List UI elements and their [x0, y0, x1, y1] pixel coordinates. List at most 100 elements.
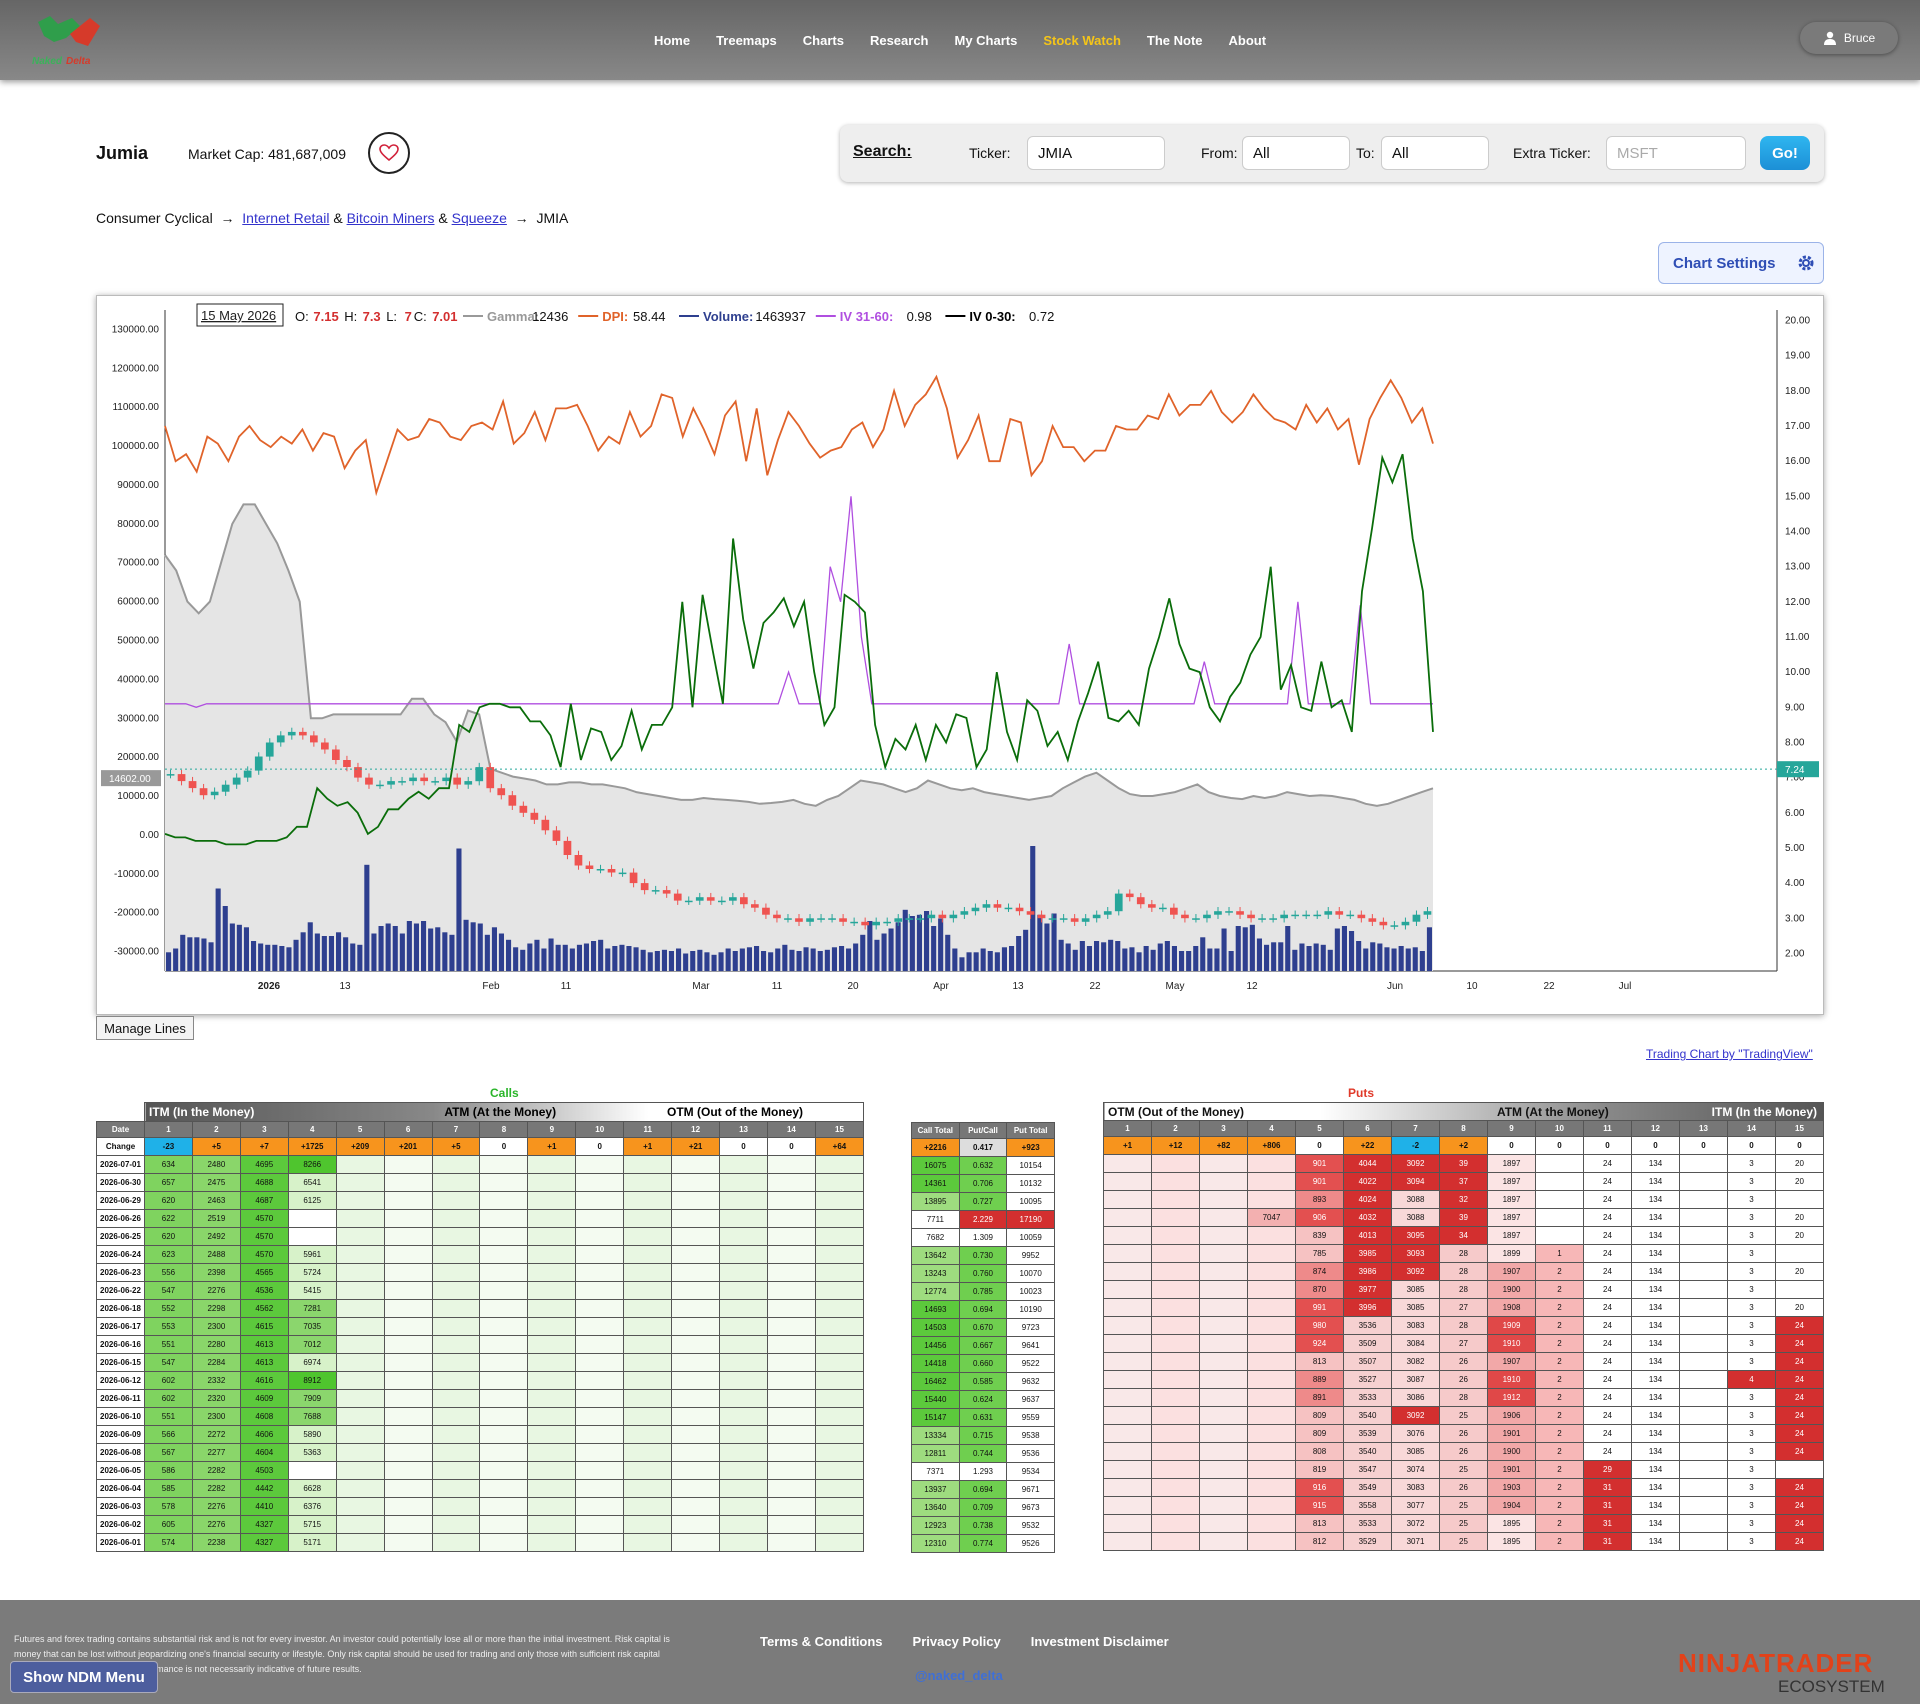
puts-change-cell: 0: [1631, 1136, 1680, 1155]
nav-item-home[interactable]: Home: [641, 33, 703, 48]
calls-value-cell: 8912: [287, 1371, 337, 1390]
candle-body: [729, 897, 737, 901]
calls-col-header: 11: [623, 1121, 673, 1138]
show-ndm-menu-button[interactable]: Show NDM Menu: [10, 1661, 158, 1693]
puts-value-cell: [1679, 1532, 1728, 1551]
band-otm: OTM (Out of the Money): [1108, 1104, 1244, 1119]
calls-value-cell: [575, 1299, 625, 1318]
puts-value-cell: 134: [1631, 1154, 1680, 1173]
calls-date-cell: 2026-06-05: [96, 1461, 145, 1480]
investment-disclaimer-link[interactable]: Investment Disclaimer: [1031, 1634, 1169, 1649]
ticker-input[interactable]: JMIA: [1027, 136, 1165, 170]
puts-value-cell: 991: [1295, 1298, 1344, 1317]
candle-body: [519, 805, 528, 813]
calls-value-cell: [431, 1515, 481, 1534]
calls-value-cell: [335, 1245, 385, 1264]
put-call-ratio-cell: 0.727: [958, 1192, 1008, 1211]
puts-value-cell: [1103, 1244, 1152, 1263]
nav-item-the-note[interactable]: The Note: [1134, 33, 1216, 48]
puts-value-cell: [1151, 1478, 1200, 1497]
puts-table-row: 980 3536 3083 28 1909 2 24 134 3 24: [1103, 1316, 1824, 1335]
calls-value-cell: [719, 1425, 768, 1444]
favorite-button[interactable]: [368, 132, 410, 174]
puts-value-cell: [1679, 1478, 1728, 1497]
twitter-handle-link[interactable]: @naked_delta: [915, 1668, 1003, 1683]
ninjatrader-logo[interactable]: NINJATRADER: [1678, 1648, 1873, 1679]
puts-value-cell: 134: [1631, 1190, 1680, 1209]
nav-item-research[interactable]: Research: [857, 33, 942, 48]
puts-value-cell: 1903: [1487, 1478, 1536, 1497]
calls-table-row: 2026-06-09 566 2272 4606 5890: [96, 1425, 865, 1444]
extra-ticker-input[interactable]: MSFT: [1606, 136, 1746, 170]
nav-item-treemaps[interactable]: Treemaps: [703, 33, 790, 48]
footer-links: Terms & Conditions Privacy Policy Invest…: [760, 1634, 1169, 1649]
calls-value-cell: 6541: [287, 1173, 337, 1192]
put-total-cell: 9637: [1006, 1390, 1055, 1409]
calls-value-cell: 7281: [287, 1299, 337, 1318]
x-axis-tick: May: [1166, 981, 1185, 992]
calls-value-cell: [431, 1389, 481, 1408]
candle-body: [1335, 911, 1344, 915]
tradingview-link[interactable]: Trading Chart by "TradingView": [1646, 1047, 1813, 1061]
from-input[interactable]: All: [1242, 136, 1350, 170]
chart-canvas[interactable]: 130000.00 120000.00 110000.00 100000.00 9000…: [97, 296, 1825, 1016]
x-axis-tick: 22: [1543, 981, 1555, 992]
go-button[interactable]: Go!: [1760, 136, 1810, 170]
candle-body: [1247, 914, 1255, 919]
industry-link-internet-retail[interactable]: Internet Retail: [242, 210, 329, 226]
nav-item-my-charts[interactable]: My Charts: [942, 33, 1031, 48]
puts-value-cell: 2: [1535, 1280, 1584, 1299]
calls-value-cell: [431, 1263, 481, 1282]
to-input[interactable]: All: [1381, 136, 1489, 170]
candle-body: [971, 907, 980, 912]
calls-value-cell: [527, 1335, 577, 1354]
puts-value-cell: 3074: [1391, 1460, 1440, 1479]
calls-value-cell: [383, 1335, 433, 1354]
calls-date-cell: 2026-06-22: [96, 1281, 145, 1300]
industry-link-bitcoin-miners[interactable]: Bitcoin Miners: [347, 210, 435, 226]
puts-value-cell: 3: [1727, 1352, 1776, 1371]
privacy-link[interactable]: Privacy Policy: [913, 1634, 1001, 1649]
puts-value-cell: 39: [1439, 1208, 1488, 1227]
calls-value-cell: [479, 1389, 529, 1408]
puts-value-cell: 26: [1439, 1352, 1488, 1371]
volume-bar: [520, 949, 526, 972]
volume-bar: [392, 926, 398, 971]
user-menu-button[interactable]: Bruce: [1800, 22, 1898, 54]
left-axis-tick: 0.00: [140, 830, 160, 841]
calls-value-cell: [527, 1299, 577, 1318]
trading-chart[interactable]: 130000.00 120000.00 110000.00 100000.00 9000…: [96, 295, 1824, 1015]
volume-bar: [1136, 952, 1142, 972]
puts-value-cell: 4013: [1343, 1226, 1392, 1245]
nav-item-about[interactable]: About: [1216, 33, 1280, 48]
put-total-cell: 17190: [1006, 1210, 1055, 1229]
nav-item-charts[interactable]: Charts: [790, 33, 857, 48]
puts-col-header: 6: [1343, 1120, 1392, 1137]
nav-item-stock-watch[interactable]: Stock Watch: [1030, 33, 1134, 48]
puts-value-cell: 20: [1775, 1208, 1824, 1227]
puts-value-cell: 3: [1727, 1172, 1776, 1191]
puts-value-cell: [1199, 1316, 1248, 1335]
puts-change-cell: 0: [1487, 1136, 1536, 1155]
puts-value-cell: [1199, 1172, 1248, 1191]
put-total-cell: 9671: [1006, 1480, 1055, 1499]
calls-change-cell: 0: [719, 1137, 768, 1156]
volume-bar: [1306, 946, 1312, 971]
puts-value-cell: 24: [1583, 1244, 1632, 1263]
calls-value-cell: 547: [144, 1353, 193, 1372]
chart-settings-button[interactable]: Chart Settings: [1658, 242, 1824, 284]
industry-link-squeeze[interactable]: Squeeze: [452, 210, 507, 226]
calls-value-cell: [671, 1191, 721, 1210]
calls-value-cell: [719, 1335, 768, 1354]
puts-value-cell: 3088: [1391, 1190, 1440, 1209]
manage-lines-button[interactable]: Manage Lines: [96, 1016, 194, 1040]
calls-value-cell: [671, 1263, 721, 1282]
puts-value-cell: [1679, 1442, 1728, 1461]
terms-link[interactable]: Terms & Conditions: [760, 1634, 883, 1649]
candle-body: [1368, 918, 1377, 922]
volume-bar: [874, 939, 880, 972]
candle-body: [795, 918, 803, 922]
ticker-label: Ticker:: [969, 145, 1011, 161]
calls-value-cell: 2276: [191, 1281, 241, 1300]
calls-table-row: 2026-06-25 620 2492 4570: [96, 1227, 865, 1246]
